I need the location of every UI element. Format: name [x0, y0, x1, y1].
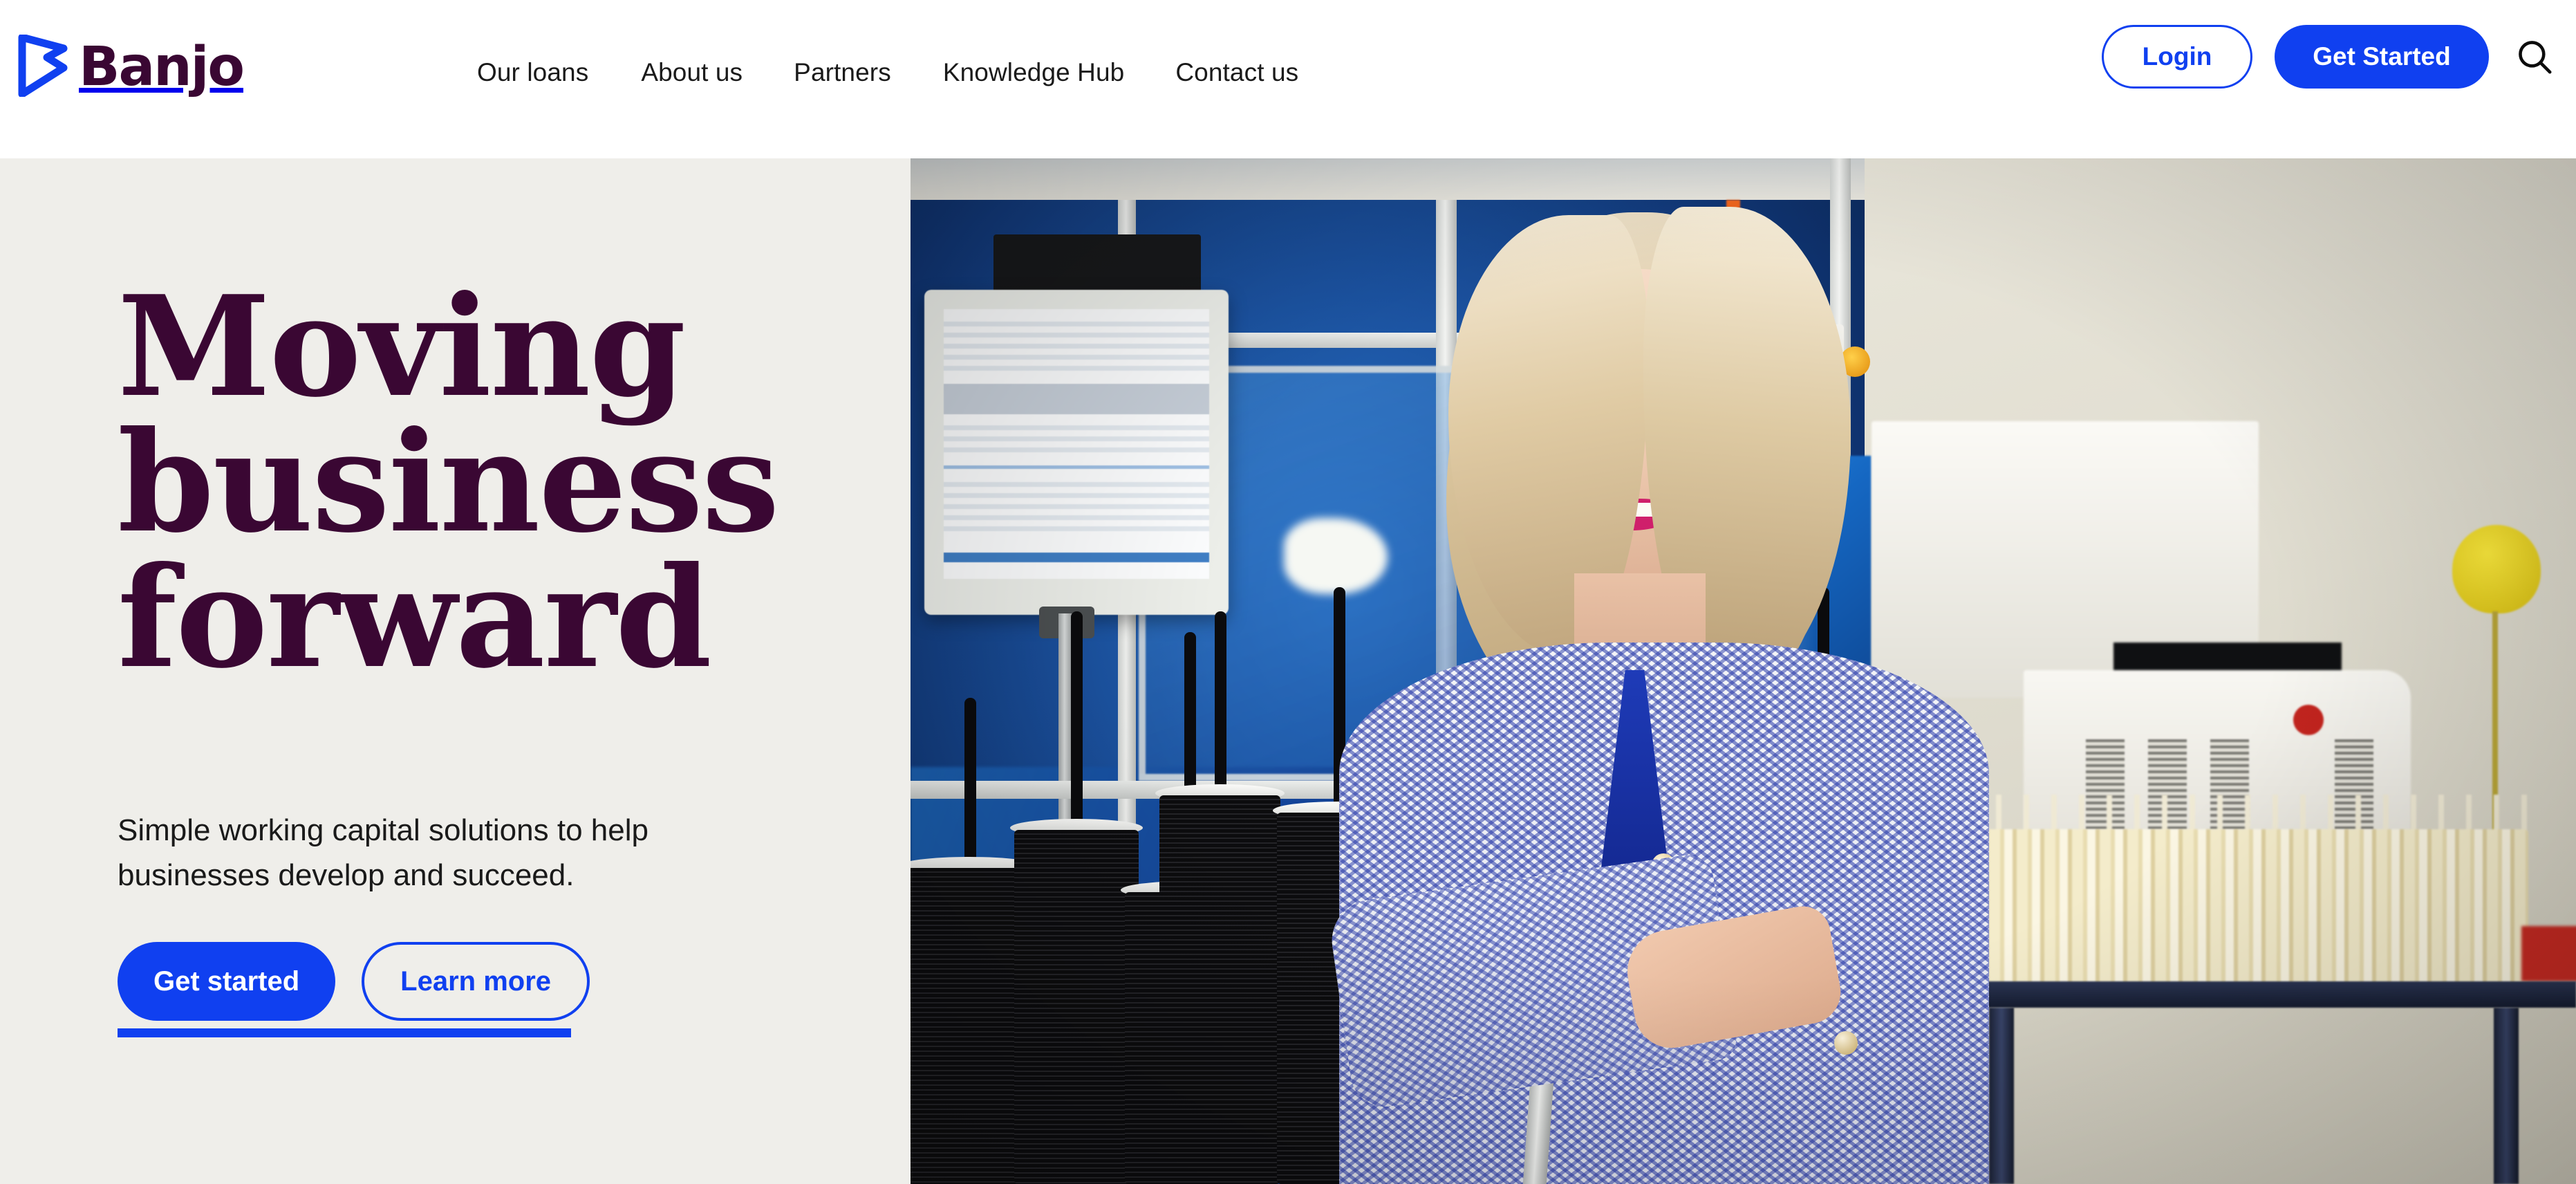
machine-red-button	[2293, 705, 2324, 735]
equipment-black-box	[993, 234, 1201, 293]
hero-heading: Moving business forward	[118, 266, 850, 699]
site-header: Banjo Our loans About us Partners Knowle…	[0, 0, 2576, 158]
login-button[interactable]: Login	[2102, 25, 2252, 89]
hero-section: Moving business forward Simple working c…	[0, 158, 2576, 1184]
hero-heading-underline	[118, 1028, 571, 1038]
hero-cta-group: Get started Learn more	[118, 942, 850, 1021]
red-tray	[2521, 926, 2576, 981]
hero-copy: Moving business forward Simple working c…	[118, 266, 850, 1038]
banjo-b-logo-icon	[18, 35, 68, 97]
search-icon	[2519, 41, 2552, 74]
hero-subtitle: Simple working capital solutions to help…	[118, 813, 648, 893]
hero-text-panel: Moving business forward Simple working c…	[0, 158, 911, 1184]
factory-monitor	[924, 290, 1229, 615]
nav-item-about-us[interactable]: About us	[641, 51, 743, 94]
hero-learn-more-button[interactable]: Learn more	[362, 942, 590, 1021]
work-bench-leg-2	[2494, 1008, 2519, 1184]
search-button[interactable]	[2512, 35, 2557, 79]
yellow-hard-hat	[2452, 525, 2541, 613]
hero-photo	[911, 158, 2576, 1184]
header-actions: Login Get Started	[2102, 25, 2557, 89]
main-navigation: Our loans About us Partners Knowledge Hu…	[477, 51, 1298, 94]
header-get-started-button[interactable]: Get Started	[2275, 25, 2489, 89]
nav-item-our-loans[interactable]: Our loans	[477, 51, 588, 94]
nav-item-contact-us[interactable]: Contact us	[1175, 51, 1298, 94]
brand-wordmark: Banjo	[79, 36, 245, 98]
hero-photo-scene	[911, 158, 2576, 1184]
brand-logo[interactable]: Banjo	[18, 35, 245, 98]
cd-spindle-4	[1155, 611, 1285, 1184]
hero-heading-line-1: Moving	[118, 266, 686, 428]
jacket-button-right	[1834, 1031, 1858, 1055]
cd-spindle-2	[1010, 611, 1143, 1184]
monitor-screen	[944, 309, 1209, 579]
nav-item-partners[interactable]: Partners	[794, 51, 891, 94]
hero-heading-line-2: business	[118, 401, 780, 564]
nav-item-knowledge-hub[interactable]: Knowledge Hub	[943, 51, 1125, 94]
hero-heading-line-3: forward	[118, 537, 712, 699]
businesswoman-portrait	[1298, 186, 2031, 1184]
hero-get-started-button[interactable]: Get started	[118, 942, 336, 1021]
